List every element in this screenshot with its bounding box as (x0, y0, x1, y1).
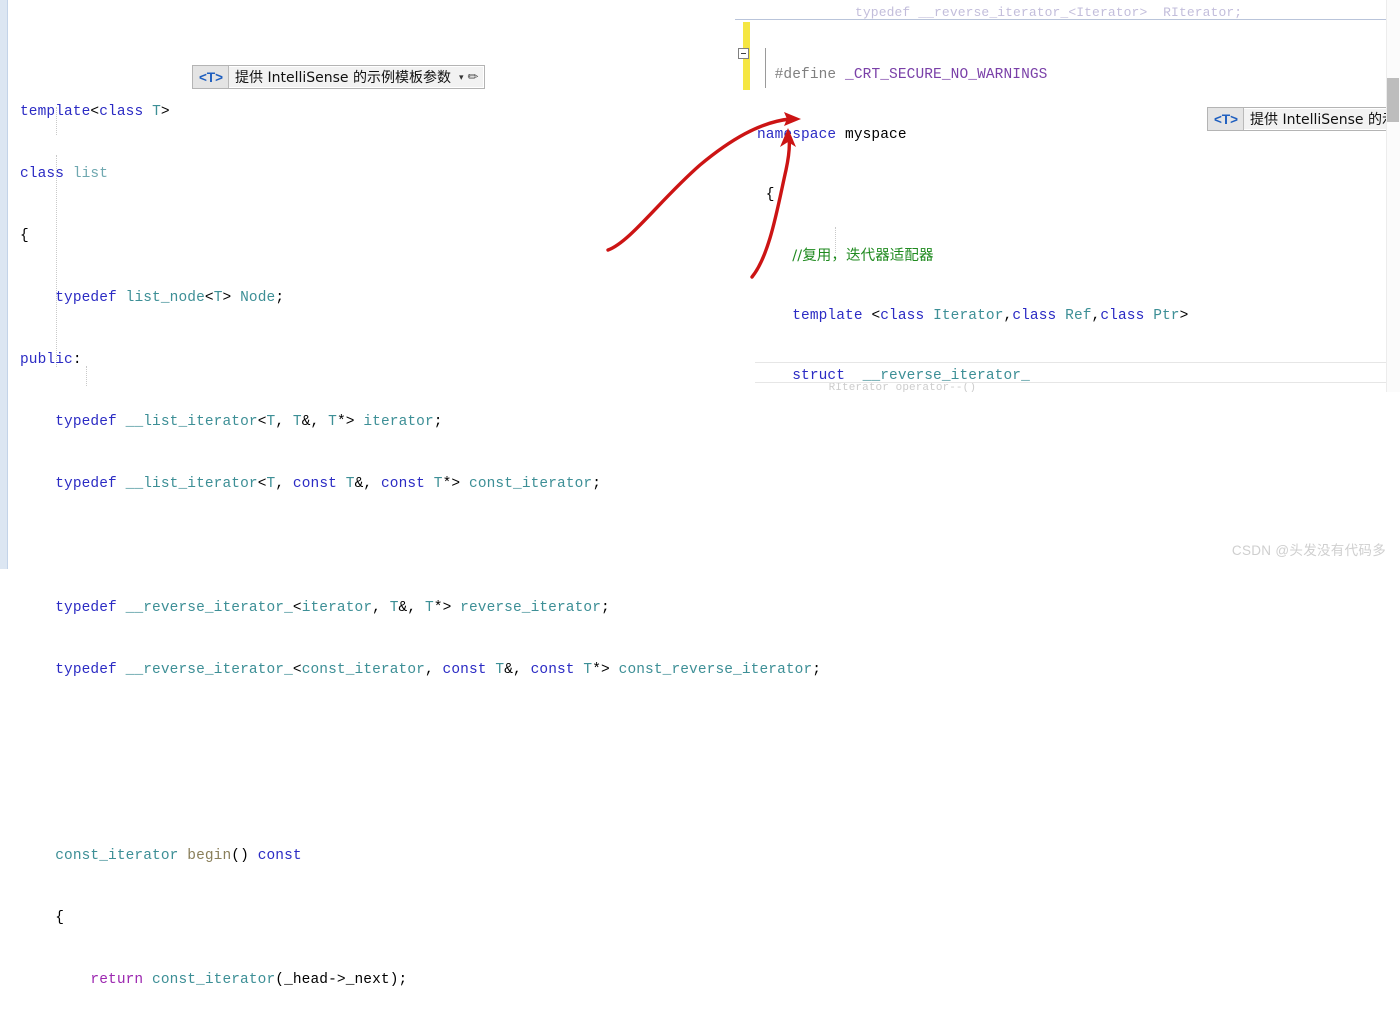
code-line: typedef __reverse_iterator_<const_iterat… (55, 662, 822, 678)
intellisense-template-hint-right[interactable]: <T> 提供 IntelliSense 的示 (1207, 107, 1400, 131)
left-editor-gutter (0, 0, 7, 569)
code-line: { (20, 910, 65, 926)
clipped-bottom-code-line: RIterator operator--() (775, 383, 977, 392)
code-line: namespace myspace (757, 127, 907, 144)
code-line: typedef list_node<T> Node; (55, 290, 285, 306)
code-line: typedef __list_iterator<T, const T&, con… (55, 476, 602, 492)
pencil-icon[interactable]: ✏ (468, 69, 485, 85)
code-line: template <class Iterator,class Ref,class… (792, 307, 1189, 324)
intellisense-template-hint[interactable]: <T> 提供 IntelliSense 的示例模板参数 ▾ ✏ (192, 65, 486, 89)
intellisense-badge: <T> (193, 66, 230, 88)
left-editor-code[interactable]: template<class T> class list { typedef l… (20, 62, 821, 1032)
left-code-editor[interactable]: template<class T> class list { typedef l… (0, 0, 821, 988)
intellisense-text: 提供 IntelliSense 的示例模板参数 (235, 70, 451, 86)
code-line: const_iterator begin() const (55, 848, 302, 864)
code-line: template<class T> (20, 104, 170, 120)
right-editor-divider-1 (755, 362, 1400, 363)
vertical-scrollbar-track[interactable] (1386, 0, 1400, 392)
right-editor-code[interactable]: #define _CRT_SECURE_NO_WARNINGS namespac… (757, 25, 1250, 392)
right-code-editor[interactable]: typedef __reverse_iterator_<Iterator> RI… (735, 0, 1400, 392)
code-line: #define _CRT_SECURE_NO_WARNINGS (774, 67, 1048, 83)
intellisense-badge: <T> (1208, 108, 1245, 130)
csdn-watermark: CSDN @头发没有代码多 (1231, 543, 1386, 558)
intellisense-text: 提供 IntelliSense 的示 (1250, 112, 1396, 128)
code-line: public: (20, 352, 82, 368)
code-line: typedef __reverse_iterator_<iterator, T&… (55, 600, 610, 616)
code-line: { (20, 228, 29, 244)
code-line: return const_iterator(_head->_next); (90, 972, 408, 988)
left-editor-gutter-divider (7, 0, 8, 569)
vertical-scrollbar-thumb[interactable] (1387, 78, 1399, 122)
code-line: class list (20, 166, 109, 182)
clipped-top-code-line: typedef __reverse_iterator_<Iterator> RI… (855, 6, 1243, 19)
code-line: //复用，迭代器适配器 (792, 247, 934, 264)
collapse-region-icon[interactable] (738, 48, 749, 59)
right-editor-top-divider (735, 19, 1400, 20)
code-line: typedef __list_iterator<T, T&, T*> itera… (55, 414, 443, 430)
code-line: { (757, 187, 775, 204)
chevron-down-icon[interactable]: ▾ (457, 72, 468, 83)
